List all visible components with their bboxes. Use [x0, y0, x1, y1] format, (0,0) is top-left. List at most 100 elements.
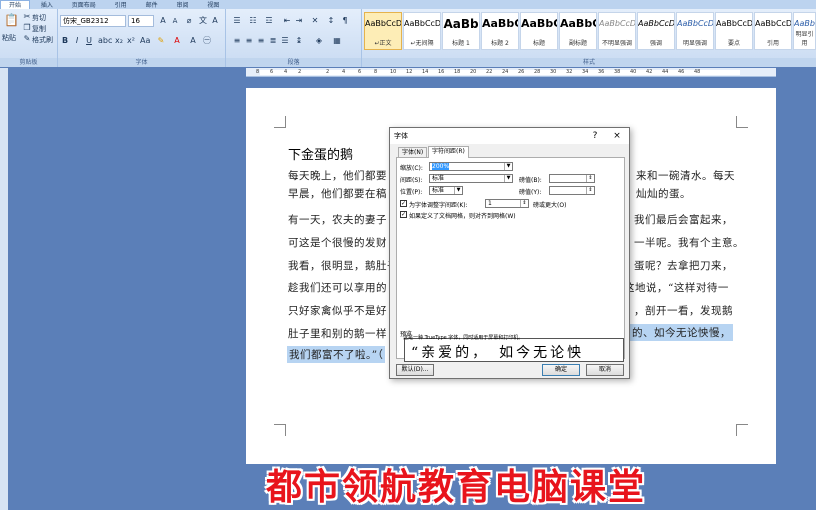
phonetic-guide-icon[interactable]: 文 [198, 16, 208, 26]
style-intense-quote[interactable]: AaBbCcDd 明显引用 [793, 12, 816, 50]
spinner-arrows-icon[interactable]: ⇕ [520, 200, 528, 207]
grid-checkbox[interactable]: ✓ [400, 211, 407, 218]
multilevel-list-icon[interactable]: ☲ [264, 16, 274, 26]
subscript-icon[interactable]: x₂ [114, 36, 124, 46]
tab-view[interactable]: 视图 [199, 1, 227, 9]
style-heading-1[interactable]: AaBb 标题 1 [442, 12, 480, 50]
copy-button[interactable]: 复制 [32, 24, 46, 34]
grid-label: 如果定义了文档网格，则对齐到网格(W) [409, 213, 516, 220]
ruler-tick: 20 [470, 69, 477, 75]
font-name-combo[interactable]: 仿宋_GB2312 [60, 15, 126, 27]
ruler-tick: 44 [662, 69, 669, 75]
format-painter-button[interactable]: 格式刷 [32, 35, 53, 45]
change-case-icon[interactable]: Aa [140, 36, 150, 46]
help-button[interactable]: ? [588, 129, 602, 143]
tab-references[interactable]: 引用 [107, 1, 135, 9]
ok-button[interactable]: 确定 [542, 364, 580, 376]
kerning-checkbox[interactable]: ✓ [400, 200, 407, 207]
position-by-label: 磅值(Y): [519, 189, 542, 196]
align-center-icon[interactable]: ≡ [244, 36, 254, 46]
italic-icon[interactable]: I [72, 36, 82, 46]
underline-icon[interactable]: U [84, 36, 94, 46]
numbering-icon[interactable]: ☷ [248, 16, 258, 26]
spacing-combo[interactable]: 标准 ▼ [429, 174, 513, 183]
tab-char-spacing[interactable]: 字符间距(R) [428, 146, 469, 158]
cut-icon[interactable]: ✂ [22, 12, 32, 22]
chevron-down-icon[interactable]: ▼ [454, 187, 462, 194]
tab-review[interactable]: 审阅 [168, 1, 196, 9]
style-quote[interactable]: AaBbCcDd 引用 [754, 12, 792, 50]
scale-label: 缩放(C): [400, 165, 423, 172]
char-shading-icon[interactable]: A [188, 36, 198, 46]
show-marks-icon[interactable]: ¶ [340, 16, 350, 26]
superscript-icon[interactable]: x² [126, 36, 136, 46]
font-group: 仿宋_GB2312 16 A A ⌀ 文 A B I U abc x₂ x² A… [58, 9, 226, 67]
enclose-char-icon[interactable]: ㊀ [202, 36, 212, 46]
distribute-icon[interactable]: ☰ [280, 36, 290, 46]
position-by-spinner[interactable]: ⇕ [549, 186, 595, 195]
ruler-tick: 36 [598, 69, 605, 75]
bullets-icon[interactable]: ☰ [232, 16, 242, 26]
style-subtle-emphasis[interactable]: AaBbCcDd 不明显强调 [598, 12, 636, 50]
borders-icon[interactable]: ▦ [332, 36, 342, 46]
justify-icon[interactable]: ≣ [268, 36, 278, 46]
style-subtitle[interactable]: AaBbC 副标题 [559, 12, 597, 50]
paste-button[interactable]: 粘贴 [2, 33, 16, 43]
highlight-icon[interactable]: ✎ [156, 36, 166, 46]
paste-icon[interactable]: 📋 [4, 14, 19, 29]
shrink-font-icon[interactable]: A [170, 16, 180, 26]
chinese-layout-icon[interactable]: ✕ [310, 16, 320, 26]
ruler-tick: 42 [646, 69, 653, 75]
copy-icon[interactable]: ❐ [22, 23, 32, 33]
increase-indent-icon[interactable]: ⇥ [294, 16, 304, 26]
char-border-icon[interactable]: A [210, 16, 220, 26]
format-painter-icon[interactable]: ✎ [22, 34, 32, 44]
spinner-arrows-icon[interactable]: ⇕ [586, 187, 594, 194]
style-no-spacing[interactable]: AaBbCcDd ↵无间隔 [403, 12, 441, 50]
line-spacing-icon[interactable]: ↨ [294, 36, 304, 46]
horizontal-ruler[interactable]: 8 6 4 2 2 4 6 8 10 12 14 16 18 20 22 24 … [246, 68, 776, 77]
doc-line-pre: 每天晚上，他们都要 [288, 170, 387, 182]
grow-font-icon[interactable]: A [158, 16, 168, 26]
strikethrough-icon[interactable]: abc [98, 36, 112, 46]
font-color-icon[interactable]: A [172, 36, 182, 46]
style-emphasis[interactable]: AaBbCcDd 强调 [637, 12, 675, 50]
ruler-tick: 14 [422, 69, 429, 75]
align-left-icon[interactable]: ≡ [232, 36, 242, 46]
chevron-down-icon[interactable]: ▼ [504, 163, 512, 170]
chevron-down-icon[interactable]: ▼ [504, 175, 512, 182]
sort-icon[interactable]: ↕ [326, 16, 336, 26]
cancel-button[interactable]: 取消 [586, 364, 624, 376]
doc-last-line-selected: 我们都富不了啦。”（ [287, 346, 386, 363]
doc-line-pre: 趁我们还可以享用的 [288, 282, 387, 294]
doc-line-pre: 可这是个很慢的发财 [288, 237, 387, 249]
bold-icon[interactable]: B [60, 36, 70, 46]
font-size-combo[interactable]: 16 [128, 15, 154, 27]
ruler-tick: 26 [518, 69, 525, 75]
style-strong[interactable]: AaBbCcDd 要点 [715, 12, 753, 50]
align-right-icon[interactable]: ≡ [256, 36, 266, 46]
tab-insert[interactable]: 插入 [33, 1, 61, 9]
tab-font[interactable]: 字体(N) [398, 147, 428, 157]
cut-button[interactable]: 剪切 [32, 13, 46, 23]
scale-combo[interactable]: 200% ▼ [429, 162, 513, 171]
style-intense-emphasis[interactable]: AaBbCcDd 明显强调 [676, 12, 714, 50]
tab-home[interactable]: 开始 [0, 0, 31, 9]
tab-mailings[interactable]: 邮件 [138, 1, 166, 9]
shading-icon[interactable]: ◈ [314, 36, 324, 46]
decrease-indent-icon[interactable]: ⇤ [282, 16, 292, 26]
tab-page-layout[interactable]: 页面布局 [64, 1, 104, 9]
style-title[interactable]: AaBbC 标题 [520, 12, 558, 50]
close-icon[interactable]: × [610, 129, 624, 143]
ruler-tick: 48 [694, 69, 701, 75]
spinner-arrows-icon[interactable]: ⇕ [586, 175, 594, 182]
kerning-spinner[interactable]: 1 ⇕ [485, 199, 529, 208]
default-button[interactable]: 默认(D)... [396, 364, 434, 376]
spacing-by-spinner[interactable]: ⇕ [549, 174, 595, 183]
style-normal[interactable]: AaBbCcDd ↵正文 [364, 12, 402, 50]
crop-mark [274, 116, 286, 128]
spacing-value: 标准 [432, 175, 445, 182]
style-heading-2[interactable]: AaBbC 标题 2 [481, 12, 519, 50]
clear-format-icon[interactable]: ⌀ [184, 16, 194, 26]
position-combo[interactable]: 标准 ▼ [429, 186, 463, 195]
